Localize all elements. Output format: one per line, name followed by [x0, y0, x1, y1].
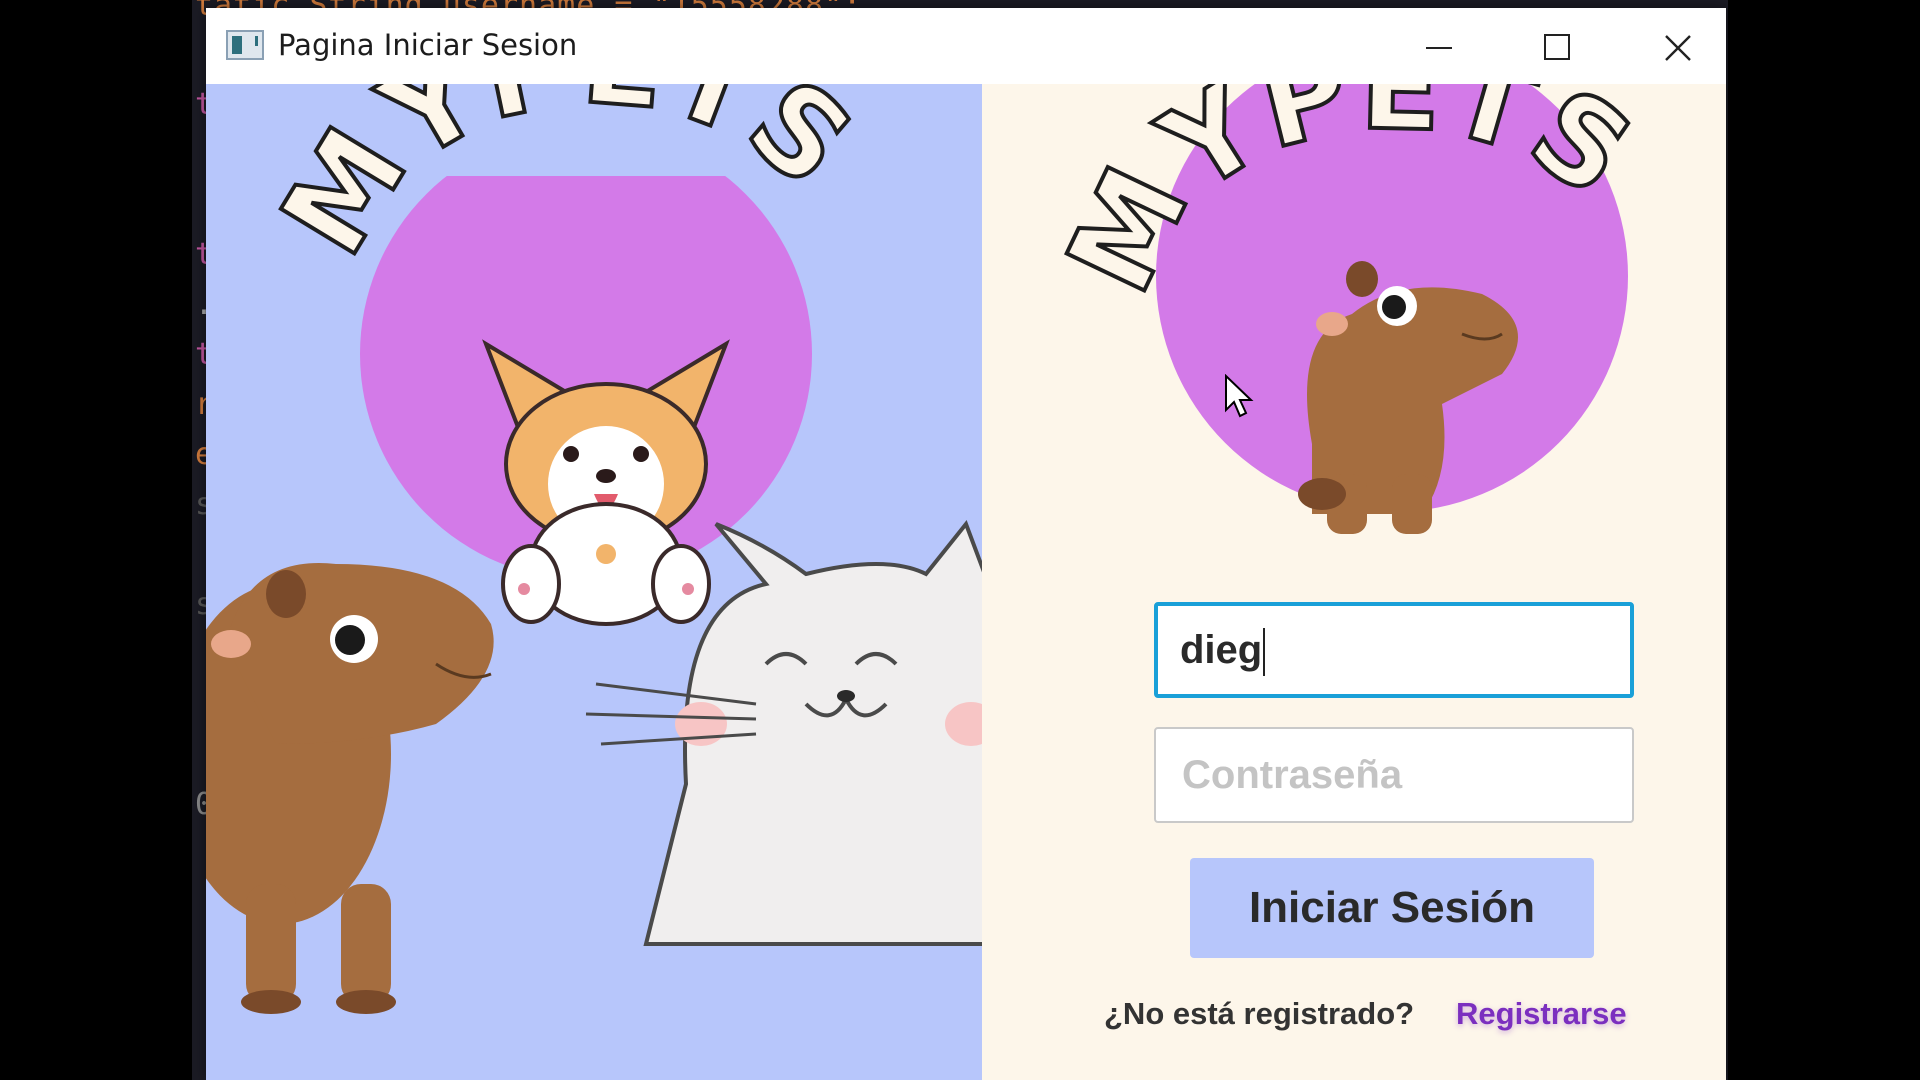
title-bar[interactable]: Pagina Iniciar Sesion — [206, 8, 1726, 84]
register-prompt: ¿No está registrado? — [1104, 996, 1415, 1031]
close-icon — [1665, 35, 1691, 61]
close-button[interactable] — [1628, 16, 1724, 76]
username-value: dieg — [1180, 628, 1263, 672]
corgi-illustration — [482, 339, 730, 626]
maximize-button[interactable] — [1508, 16, 1604, 76]
minimize-icon — [1426, 47, 1452, 49]
logo-illustration: MYPETS — [1038, 84, 1657, 534]
minimize-button[interactable] — [1390, 16, 1486, 76]
app-icon — [226, 30, 264, 60]
pets-illustration: MYPETS — [206, 84, 982, 1080]
register-link[interactable]: Registrarse — [1456, 996, 1627, 1032]
login-window: Pagina Iniciar Sesion MY S MYPETS dieg C… — [206, 8, 1726, 1080]
login-button[interactable]: Iniciar Sesión — [1190, 858, 1594, 958]
maximize-icon — [1544, 34, 1570, 60]
mouse-cursor-icon — [1225, 374, 1254, 418]
capybara-illustration — [206, 563, 494, 1014]
window-title: Pagina Iniciar Sesion — [278, 28, 578, 62]
text-caret — [1263, 628, 1266, 677]
password-input[interactable]: Contraseña — [1154, 727, 1634, 823]
username-input[interactable]: dieg — [1154, 602, 1634, 698]
illustration-panel: MYPETS — [206, 84, 982, 1080]
login-panel: MYPETS dieg Contraseña Iniciar Sesión ¿N… — [982, 84, 1726, 1080]
password-placeholder: Contraseña — [1182, 753, 1403, 797]
